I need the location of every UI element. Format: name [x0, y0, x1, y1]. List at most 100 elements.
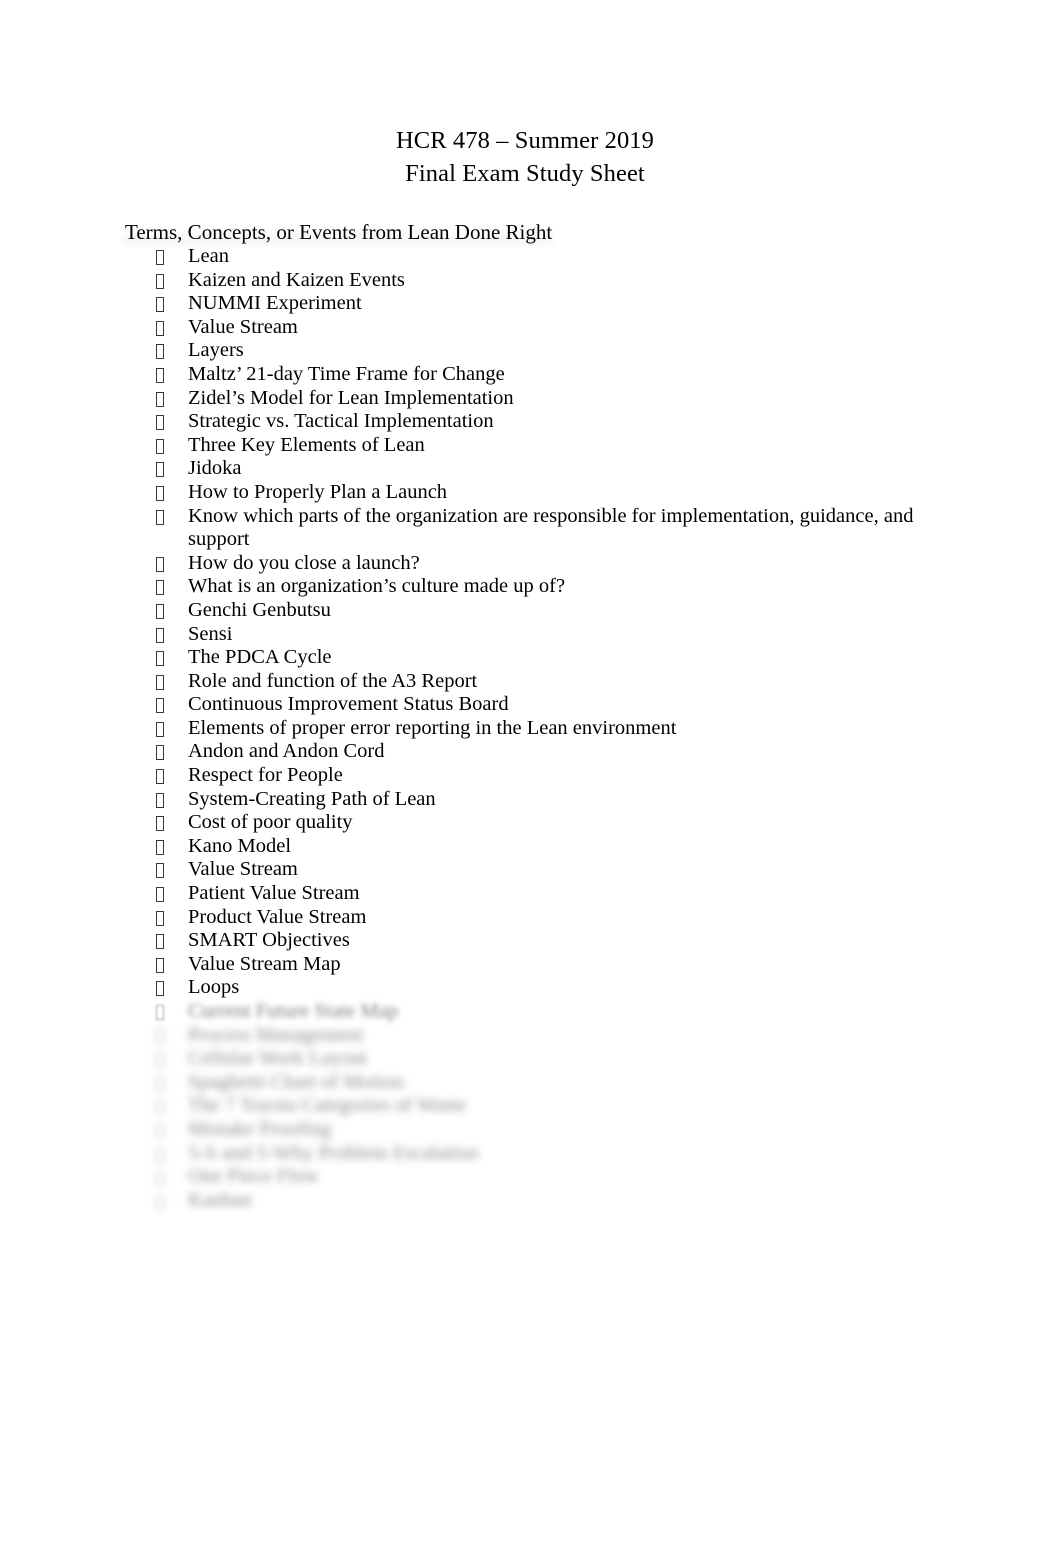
list-item: Value Stream Map	[0, 953, 1062, 977]
section-heading: Terms, Concepts, or Events from Lean Don…	[125, 220, 553, 244]
list-item: SMART Objectives	[0, 929, 1062, 953]
tofu-box-bullet-icon	[156, 293, 165, 313]
list-item-label: Maltz’ 21-day Time Frame for Change	[188, 362, 505, 385]
tofu-box-bullet-icon	[156, 1119, 165, 1138]
list-item: Three Key Elements of Lean	[0, 434, 1062, 458]
list-item: Lean	[0, 245, 1062, 269]
list-item-label: Elements of proper error reporting in th…	[188, 716, 677, 739]
tofu-box-bullet-icon	[156, 694, 165, 714]
list-item: Andon and Andon Cord	[0, 740, 1062, 764]
tofu-box-bullet-icon	[156, 977, 165, 997]
list-item-label: Kaizen and Kaizen Events	[188, 268, 405, 291]
tofu-box-bullet-icon	[156, 553, 165, 572]
list-item: Kano Model	[0, 835, 1062, 859]
list-item: Kaizen and Kaizen Events	[0, 269, 1062, 293]
list-item-label: 5-S and 5-Why Problem Escalation	[188, 1141, 479, 1164]
list-item: Elements of proper error reporting in th…	[0, 717, 1062, 741]
list-item-label: Zidel’s Model for Lean Implementation	[188, 386, 514, 409]
list-item: Maltz’ 21-day Time Frame for Change	[0, 363, 1062, 387]
list-item-label: Know which parts of the organization are…	[188, 504, 914, 551]
list-item: Process Management	[0, 1024, 1062, 1048]
list-item: NUMMI Experiment	[0, 292, 1062, 316]
list-item-label: Value Stream	[188, 315, 298, 338]
list-item-label: Value Stream Map	[188, 952, 341, 975]
list-item-label: Kanban	[188, 1188, 252, 1211]
list-item-label: The 7 Toyota Categories of Waste	[188, 1094, 466, 1117]
tofu-box-bullet-icon	[156, 907, 165, 926]
list-item: Continuous Improvement Status Board	[0, 693, 1062, 717]
list-item-label: One Piece Flow	[188, 1165, 319, 1188]
tofu-box-bullet-icon	[156, 1001, 165, 1020]
list-item-label: Lean	[188, 245, 229, 267]
list-item: Sensi	[0, 623, 1062, 647]
tofu-box-bullet-icon	[156, 340, 165, 360]
tofu-box-bullet-icon	[156, 1072, 165, 1091]
tofu-box-bullet-icon	[156, 411, 165, 431]
document-title: HCR 478 – Summer 2019 Final Exam Study S…	[0, 124, 1050, 190]
list-item-label: Strategic vs. Tactical Implementation	[188, 410, 494, 433]
list-item-label: Layers	[188, 339, 244, 362]
list-item-label: How to Properly Plan a Launch	[188, 480, 448, 503]
tofu-box-bullet-icon	[156, 954, 165, 973]
list-item-label: Jidoka	[188, 457, 242, 480]
title-line-subtitle: Final Exam Study Sheet	[405, 160, 645, 187]
list-item: Mistake Proofing	[0, 1118, 1062, 1142]
list-item-label: Product Value Stream	[188, 905, 367, 928]
tofu-box-bullet-icon	[156, 859, 165, 879]
tofu-box-bullet-icon	[156, 435, 165, 454]
list-item-label: Genchi Genbutsu	[188, 598, 331, 621]
tofu-box-bullet-icon	[156, 600, 165, 619]
list-item: Value Stream	[0, 316, 1062, 340]
list-item-label: Kano Model	[188, 834, 292, 857]
list-item-label: Respect for People	[188, 764, 343, 787]
tofu-box-bullet-icon	[156, 458, 165, 478]
tofu-box-bullet-icon	[156, 789, 165, 808]
list-item: Zidel’s Model for Lean Implementation	[0, 387, 1062, 411]
list-item-label: System-Creating Path of Lean	[188, 787, 436, 810]
list-item: What is an organization’s culture made u…	[0, 575, 1062, 599]
list-item: Respect for People	[0, 764, 1062, 788]
tofu-box-bullet-icon	[156, 317, 165, 336]
tofu-box-bullet-icon	[156, 812, 165, 832]
tofu-box-bullet-icon	[156, 647, 165, 667]
list-item: Kanban	[0, 1189, 1062, 1213]
list-item: Cost of poor quality	[0, 811, 1062, 835]
tofu-box-bullet-icon	[156, 246, 165, 265]
list-item: Loops	[0, 976, 1062, 1000]
list-item-label: Cost of poor quality	[188, 811, 353, 834]
list-item: The 7 Toyota Categories of Waste	[0, 1094, 1062, 1118]
list-item: Genchi Genbutsu	[0, 599, 1062, 623]
list-item: Cellular Work Layout	[0, 1047, 1062, 1071]
document-page: HCR 478 – Summer 2019 Final Exam Study S…	[0, 0, 1062, 1561]
tofu-box-bullet-icon	[156, 624, 165, 643]
tofu-box-bullet-icon	[156, 836, 165, 855]
tofu-box-bullet-icon	[156, 506, 165, 525]
list-item: System-Creating Path of Lean	[0, 788, 1062, 812]
list-item-label: Loops	[188, 976, 240, 999]
list-item-label: SMART Objectives	[188, 929, 350, 952]
tofu-box-bullet-icon	[156, 364, 165, 383]
list-item-label: Patient Value Stream	[188, 882, 360, 905]
tofu-box-bullet-icon	[156, 388, 165, 407]
list-item: One Piece Flow	[0, 1165, 1062, 1189]
list-item-label: Value Stream	[188, 858, 298, 881]
list-item-label: How do you close a launch?	[188, 551, 420, 574]
tofu-box-bullet-icon	[156, 270, 165, 289]
tofu-box-bullet-icon	[156, 576, 165, 596]
tofu-box-bullet-icon	[156, 1025, 165, 1044]
list-item-label: Spaghetti Chart of Motion	[188, 1070, 404, 1093]
list-item: Role and function of the A3 Report	[0, 670, 1062, 694]
list-item-label: Role and function of the A3 Report	[188, 669, 478, 692]
list-item: How to Properly Plan a Launch	[0, 481, 1062, 505]
tofu-box-bullet-icon	[156, 671, 165, 690]
list-item: Value Stream	[0, 858, 1062, 882]
list-item-label: NUMMI Experiment	[188, 292, 362, 315]
tofu-box-bullet-icon	[156, 741, 165, 761]
list-item: Jidoka	[0, 457, 1062, 481]
list-item-label: Current Future State Map	[188, 1000, 399, 1022]
list-item: The PDCA Cycle	[0, 646, 1062, 670]
list-item: Patient Value Stream	[0, 882, 1062, 906]
list-item: How do you close a launch?	[0, 552, 1062, 576]
list-item-label: What is an organization’s culture made u…	[188, 575, 566, 598]
list-item-label: The PDCA Cycle	[188, 646, 332, 669]
